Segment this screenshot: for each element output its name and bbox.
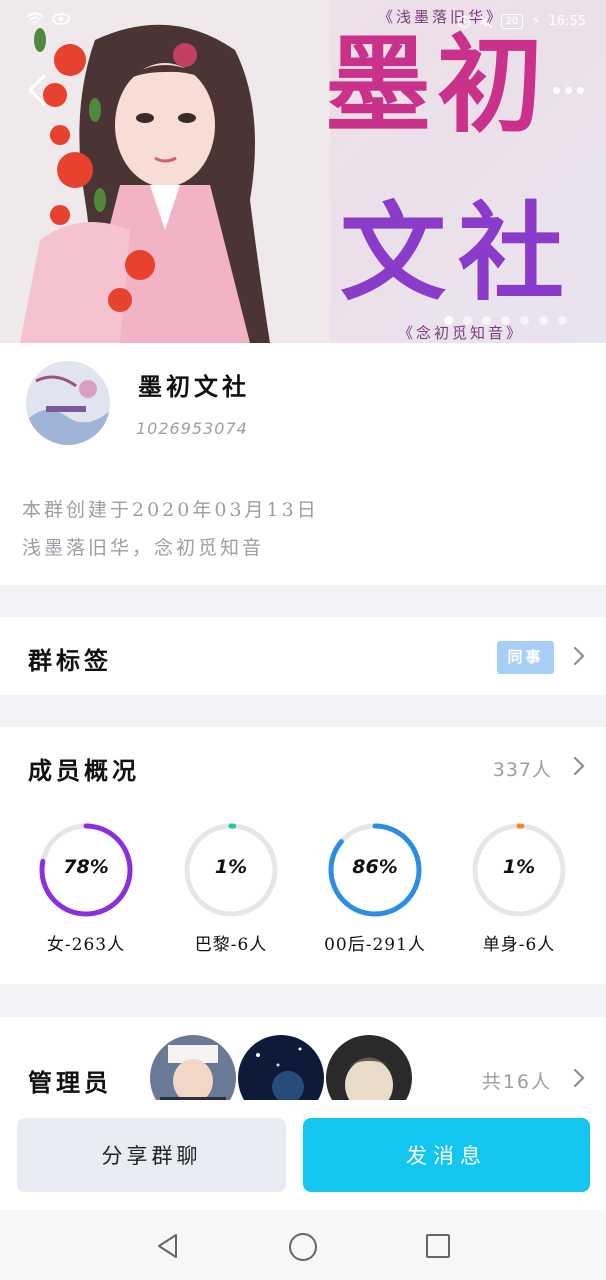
stat-percentage: 86% xyxy=(352,856,398,878)
group-avatar[interactable] xyxy=(26,361,110,445)
more-dot-icon xyxy=(576,86,584,94)
page-dot xyxy=(482,316,491,325)
status-bar: 20 ⚡ 16:55 xyxy=(26,12,586,36)
admin-count: 共16人 xyxy=(481,1071,552,1093)
stat-label: 女-263人 xyxy=(46,935,126,955)
share-group-button[interactable]: 分享群聊 xyxy=(17,1118,286,1192)
stat-label: 单身-6人 xyxy=(482,935,556,955)
banner-title-line1: 墨初 xyxy=(325,22,549,147)
send-message-button[interactable]: 发消息 xyxy=(303,1118,590,1192)
banner-illustration xyxy=(0,0,330,343)
page-dot xyxy=(501,316,510,325)
chevron-right-icon[interactable] xyxy=(572,755,586,777)
member-count[interactable]: 337人 xyxy=(493,755,552,782)
group-tags-row[interactable]: 群标签 同事 xyxy=(0,617,606,695)
group-avatar-image xyxy=(26,361,110,445)
group-motto: 浅墨落旧华，念初觅知音 xyxy=(22,537,265,559)
bottom-action-bar: 分享群聊 发消息 xyxy=(0,1100,606,1210)
group-id: 1026953074 xyxy=(136,419,248,438)
member-stat-gender[interactable]: 78% 女-263人 xyxy=(31,822,141,955)
stat-label: 巴黎-6人 xyxy=(194,935,268,955)
banner-deco-bottom: 《念初觅知音》 xyxy=(398,324,525,342)
group-created-date: 本群创建于2020年03月13日 xyxy=(22,499,319,521)
more-dot-icon xyxy=(552,86,560,94)
stat-label: 00后-291人 xyxy=(324,935,426,955)
group-tags-title: 群标签 xyxy=(28,646,112,675)
stat-percentage: 1% xyxy=(214,856,248,878)
banner-title-line2: 文社 xyxy=(340,190,576,315)
member-stat-single[interactable]: 1% 单身-6人 xyxy=(464,822,574,955)
system-navigation-bar xyxy=(0,1210,606,1280)
battery-indicator: 20 xyxy=(500,14,524,29)
chevron-right-icon xyxy=(573,1068,585,1088)
stat-percentage: 78% xyxy=(63,856,109,878)
stat-percentage: 1% xyxy=(502,856,536,878)
page-dot xyxy=(539,316,548,325)
group-profile-card: 墨初文社 1026953074 本群创建于2020年03月13日 浅墨落旧华，念… xyxy=(0,343,606,585)
page-dot xyxy=(444,316,453,325)
group-tag-chip: 同事 xyxy=(497,641,554,674)
nav-back-icon[interactable] xyxy=(154,1232,182,1260)
mute-icon xyxy=(479,15,493,28)
chevron-right-icon xyxy=(573,646,585,666)
group-name: 墨初文社 xyxy=(138,372,250,401)
nav-recents-icon[interactable] xyxy=(424,1232,452,1260)
page-dot xyxy=(463,316,472,325)
charging-icon: ⚡ xyxy=(531,14,541,29)
admins-title: 管理员 xyxy=(28,1068,112,1097)
clock: 16:55 xyxy=(548,14,586,29)
group-banner: 《浅墨落旧华》 墨初 文社 《念初觅知音》 20 ⚡ 16:55 xyxy=(0,0,606,343)
more-options-button[interactable] xyxy=(548,80,588,100)
nav-home-icon[interactable] xyxy=(288,1232,318,1262)
back-button[interactable] xyxy=(24,72,52,108)
member-stat-age[interactable]: 86% 00后-291人 xyxy=(320,822,430,955)
chevron-left-icon xyxy=(28,74,46,106)
more-dot-icon xyxy=(564,86,572,94)
member-stat-region[interactable]: 1% 巴黎-6人 xyxy=(176,822,286,955)
page-dot xyxy=(520,316,529,325)
member-overview-title: 成员概况 xyxy=(28,756,140,785)
wifi-icon xyxy=(26,12,44,24)
eye-icon xyxy=(52,13,70,25)
page-dot xyxy=(558,316,567,325)
member-overview-section: 成员概况 337人 78% 女-263人 1% 巴黎-6人 86% 00后-29… xyxy=(0,727,606,984)
alarm-icon xyxy=(457,15,470,28)
banner-page-indicator xyxy=(444,316,567,325)
